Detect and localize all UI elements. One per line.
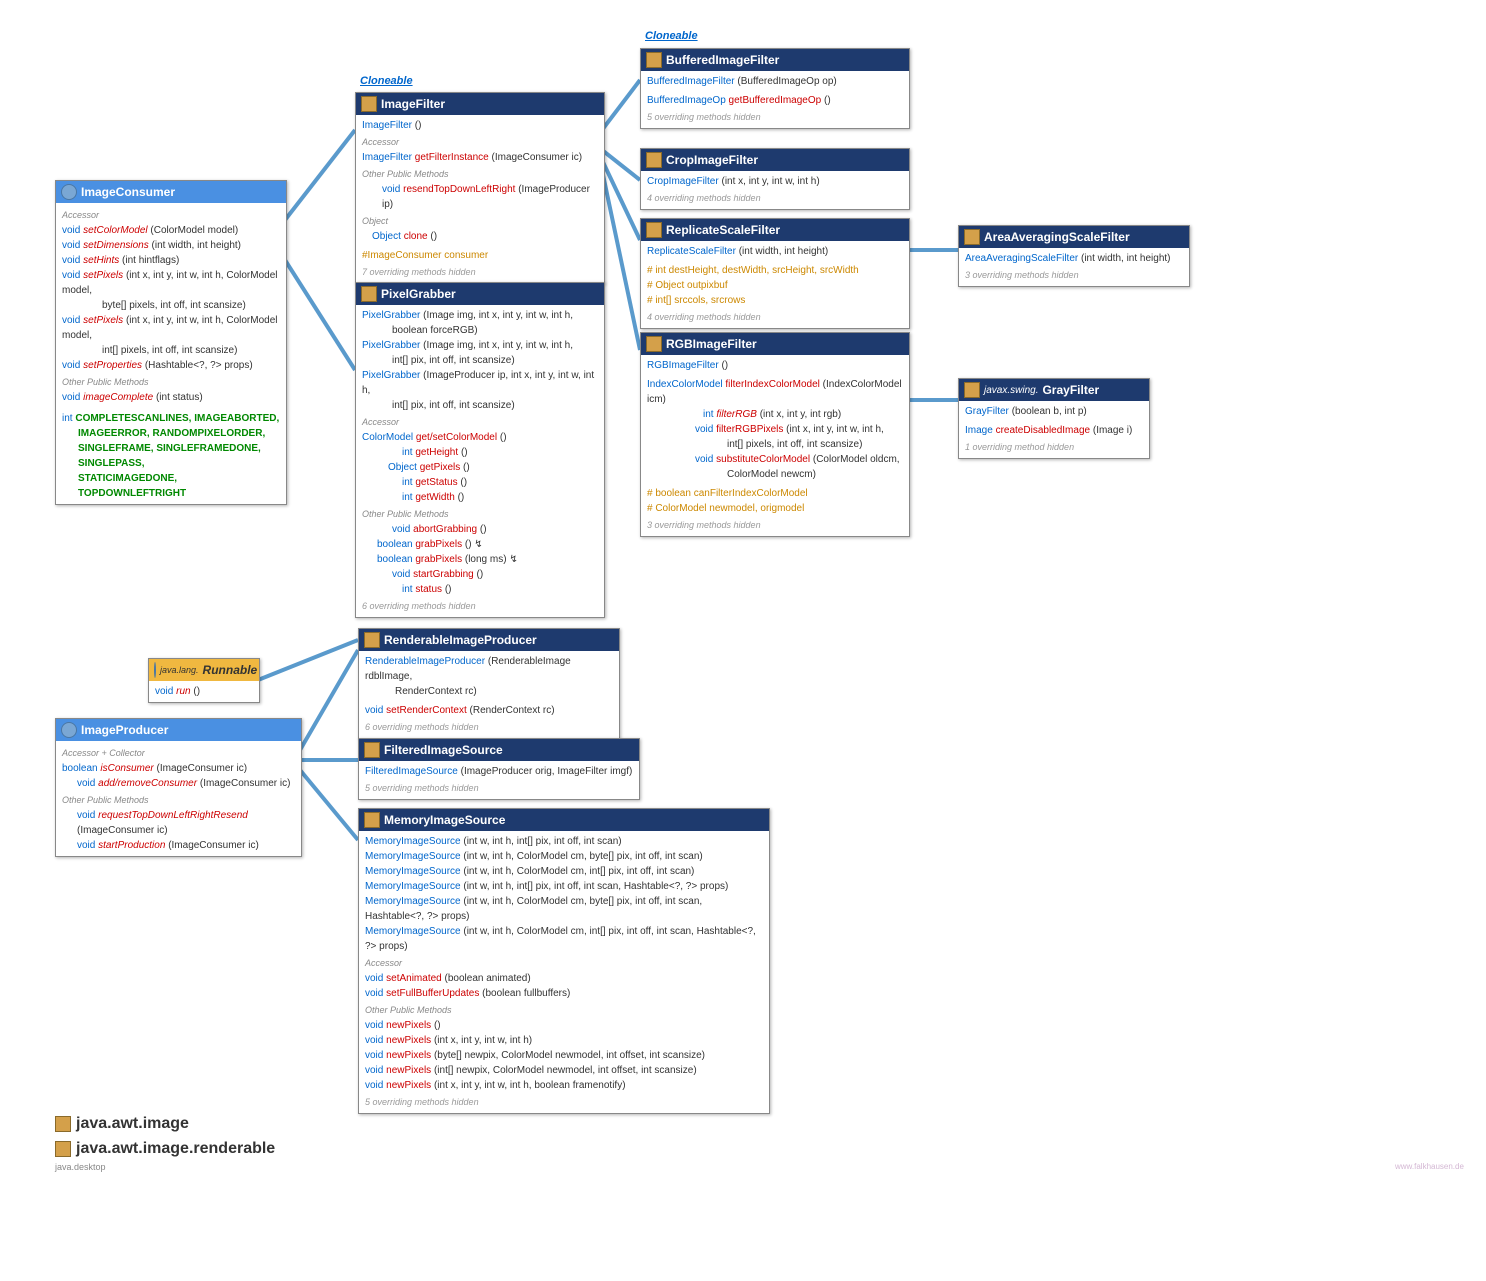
class-bufferedimagefilter[interactable]: BufferedImageFilter BufferedImageFilter … [640,48,910,129]
class-body: ImageFilter () Accessor ImageFilter getF… [356,115,604,283]
package-label: java.awt.image [55,1115,189,1133]
interface-icon [154,662,156,678]
class-icon [364,632,380,648]
class-title: PixelGrabber [381,287,456,301]
class-header: RenderableImageProducer [359,629,619,651]
class-header: java.lang.Runnable [149,659,259,681]
cloneable-tag: Cloneable [360,75,413,87]
class-renderableimageproducer[interactable]: RenderableImageProducer RenderableImageP… [358,628,620,739]
class-body: CropImageFilter (int x, int y, int w, in… [641,171,909,209]
class-header: CropImageFilter [641,149,909,171]
class-header: ReplicateScaleFilter [641,219,909,241]
class-title: CropImageFilter [666,153,758,167]
class-imageproducer[interactable]: ImageProducer Accessor + Collector boole… [55,718,302,857]
class-title: GrayFilter [1042,383,1099,397]
class-body: RGBImageFilter () IndexColorModel filter… [641,355,909,536]
class-body: void run () [149,681,259,702]
class-cropimagefilter[interactable]: CropImageFilter CropImageFilter (int x, … [640,148,910,210]
class-icon [646,52,662,68]
class-filteredimagesource[interactable]: FilteredImageSource FilteredImageSource … [358,738,640,800]
class-title: Runnable [203,663,258,677]
interface-icon [61,184,77,200]
class-body: Accessor + Collector boolean isConsumer … [56,741,301,856]
package-icon [55,1141,71,1157]
class-header: ImageFilter [356,93,604,115]
interface-icon [61,722,77,738]
class-header: BufferedImageFilter [641,49,909,71]
class-title: ReplicateScaleFilter [666,223,780,237]
package-icon [55,1116,71,1132]
class-title: ImageFilter [381,97,445,111]
class-areaaveragingscalefilter[interactable]: AreaAveragingScaleFilter AreaAveragingSc… [958,225,1190,287]
class-body: ReplicateScaleFilter (int width, int hei… [641,241,909,328]
class-body: AreaAveragingScaleFilter (int width, int… [959,248,1189,286]
class-header: ImageProducer [56,719,301,741]
class-title: RenderableImageProducer [384,633,537,647]
class-title: RGBImageFilter [666,337,757,351]
class-body: FilteredImageSource (ImageProducer orig,… [359,761,639,799]
class-body: MemoryImageSource (int w, int h, int[] p… [359,831,769,1113]
class-memoryimagesource[interactable]: MemoryImageSource MemoryImageSource (int… [358,808,770,1114]
class-imageconsumer[interactable]: ImageConsumer Accessor void setColorMode… [55,180,287,505]
class-icon [364,812,380,828]
class-title: AreaAveragingScaleFilter [984,230,1130,244]
class-icon [964,229,980,245]
class-icon [646,152,662,168]
cloneable-tag: Cloneable [645,30,698,42]
class-title: FilteredImageSource [384,743,503,757]
class-header: MemoryImageSource [359,809,769,831]
class-header: ImageConsumer [56,181,286,203]
class-replicatescalefilter[interactable]: ReplicateScaleFilter ReplicateScaleFilte… [640,218,910,329]
class-pixelgrabber[interactable]: PixelGrabber PixelGrabber (Image img, in… [355,282,605,618]
class-header: AreaAveragingScaleFilter [959,226,1189,248]
class-icon [361,96,377,112]
class-body: GrayFilter (boolean b, int p) Image crea… [959,401,1149,458]
class-body: Accessor void setColorModel (ColorModel … [56,203,286,504]
class-body: BufferedImageFilter (BufferedImageOp op)… [641,71,909,128]
class-imagefilter[interactable]: ImageFilter ImageFilter () Accessor Imag… [355,92,605,284]
class-runnable[interactable]: java.lang.Runnable void run () [148,658,260,703]
class-title: MemoryImageSource [384,813,505,827]
class-icon [964,382,980,398]
class-icon [646,336,662,352]
package-label: java.awt.image.renderable [55,1140,275,1158]
class-icon [364,742,380,758]
class-body: RenderableImageProducer (RenderableImage… [359,651,619,738]
class-icon [646,222,662,238]
class-rgbimagefilter[interactable]: RGBImageFilter RGBImageFilter () IndexCo… [640,332,910,537]
class-header: javax.swing.GrayFilter [959,379,1149,401]
class-grayfilter[interactable]: javax.swing.GrayFilter GrayFilter (boole… [958,378,1150,459]
class-body: PixelGrabber (Image img, int x, int y, i… [356,305,604,617]
class-header: RGBImageFilter [641,333,909,355]
class-header: FilteredImageSource [359,739,639,761]
class-title: ImageConsumer [81,185,175,199]
watermark: www.falkhausen.de [1395,1162,1464,1171]
class-header: PixelGrabber [356,283,604,305]
class-icon [361,286,377,302]
class-title: ImageProducer [81,723,168,737]
class-title: BufferedImageFilter [666,53,779,67]
module-label: java.desktop [55,1162,106,1172]
